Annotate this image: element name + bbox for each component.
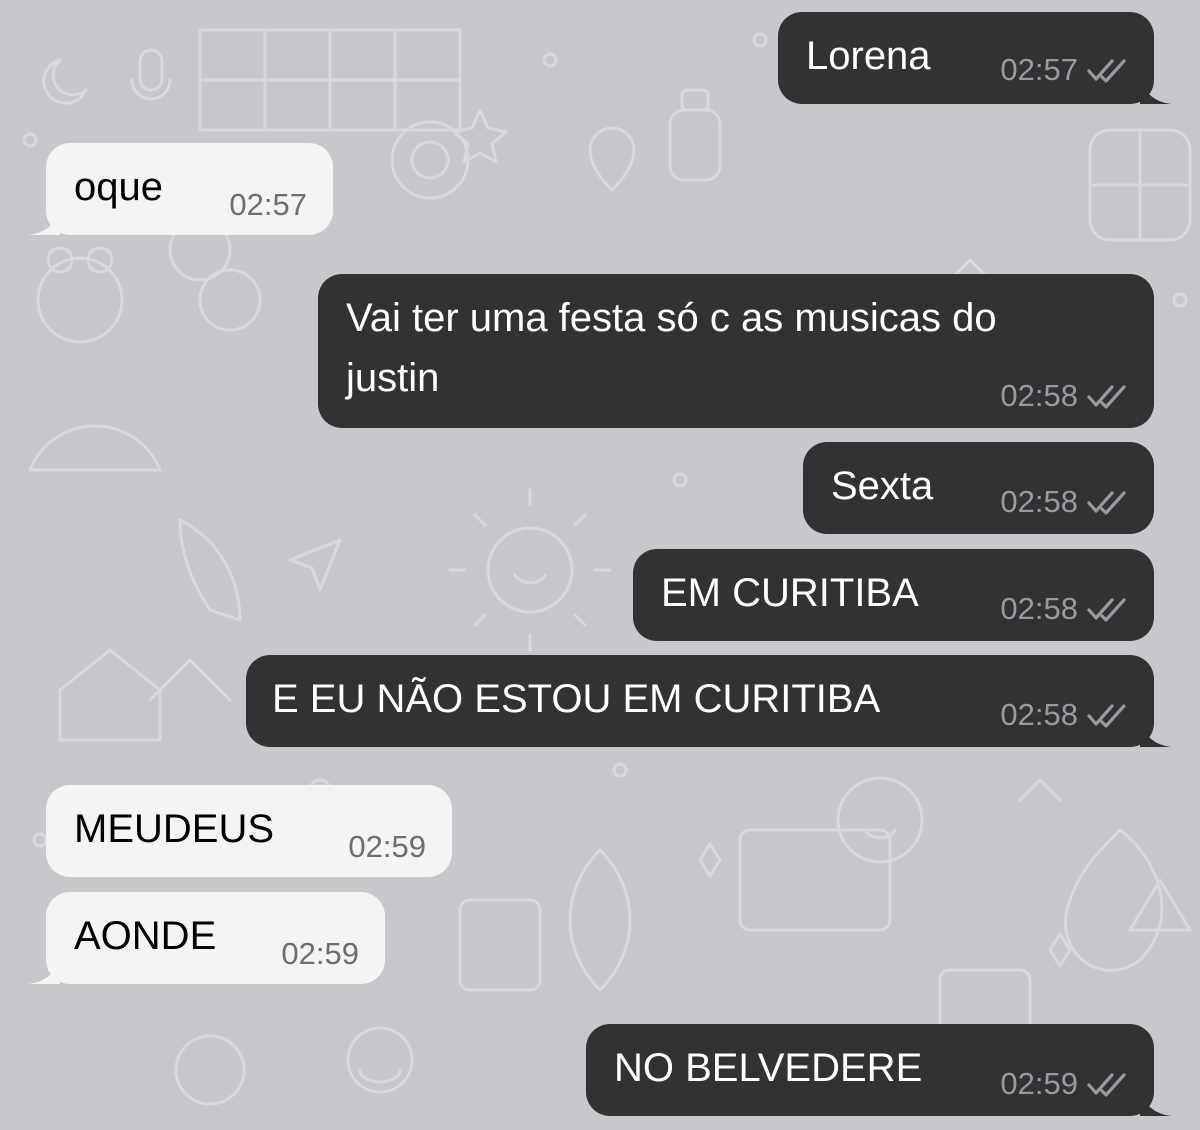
read-double-check-icon xyxy=(1087,1073,1126,1097)
message-time: 02:57 xyxy=(1000,52,1078,87)
message-meta: 02:57 xyxy=(229,187,307,223)
bubble-tail xyxy=(1140,717,1172,747)
bubble-tail xyxy=(1140,74,1172,104)
message-text: oque xyxy=(74,165,163,209)
bubble-tail xyxy=(28,954,60,984)
message-list[interactable]: Lorena 02:57 oque 02:57 Vai ter uma fest… xyxy=(0,0,1200,1130)
read-double-check-icon xyxy=(1087,491,1126,515)
message-text: MEUDEUS xyxy=(74,807,275,851)
incoming-message[interactable]: MEUDEUS 02:59 xyxy=(46,785,452,877)
read-double-check-icon xyxy=(1087,59,1126,83)
message-time: 02:58 xyxy=(1000,378,1078,413)
message-time: 02:59 xyxy=(1000,1066,1078,1101)
message-meta: 02:58 xyxy=(1000,484,1130,520)
read-double-check-icon xyxy=(1087,704,1126,728)
read-double-check-icon xyxy=(1087,385,1126,409)
message-meta: 02:58 xyxy=(1000,697,1130,733)
message-time: 02:57 xyxy=(229,187,307,222)
message-time: 02:59 xyxy=(281,936,359,971)
outgoing-message[interactable]: NO BELVEDERE 02:59 xyxy=(586,1024,1172,1116)
message-time: 02:59 xyxy=(348,829,426,864)
message-text: AONDE xyxy=(74,914,217,958)
bubble-tail xyxy=(1140,1086,1172,1116)
message-time: 02:58 xyxy=(1000,591,1078,626)
outgoing-message[interactable]: Sexta 02:58 xyxy=(803,442,1154,534)
message-text: NO BELVEDERE xyxy=(614,1046,923,1090)
message-meta: 02:58 xyxy=(1000,378,1130,414)
message-text-line: justin xyxy=(346,356,440,400)
message-text-line: Vai ter uma festa só c as musicas do xyxy=(346,296,997,340)
read-double-check-icon xyxy=(1087,598,1126,622)
bubble-tail xyxy=(28,205,60,235)
message-meta: 02:59 xyxy=(281,936,359,972)
message-time: 02:58 xyxy=(1000,697,1078,732)
message-meta: 02:57 xyxy=(1000,52,1130,88)
message-text: E EU NÃO ESTOU EM CURITIBA xyxy=(272,677,881,721)
outgoing-message[interactable]: E EU NÃO ESTOU EM CURITIBA 02:58 xyxy=(246,655,1172,747)
message-time: 02:58 xyxy=(1000,484,1078,519)
outgoing-message[interactable]: EM CURITIBA 02:58 xyxy=(633,549,1154,641)
message-meta: 02:58 xyxy=(1000,591,1130,627)
incoming-message[interactable]: AONDE 02:59 xyxy=(28,892,385,984)
message-text: Sexta xyxy=(831,464,934,508)
incoming-message[interactable]: oque 02:57 xyxy=(28,143,333,235)
outgoing-message[interactable]: Vai ter uma festa só c as musicas do jus… xyxy=(318,274,1154,428)
message-text: Lorena xyxy=(806,34,931,78)
message-text: EM CURITIBA xyxy=(661,571,919,615)
message-meta: 02:59 xyxy=(348,829,426,865)
message-meta: 02:59 xyxy=(1000,1066,1130,1102)
outgoing-message[interactable]: Lorena 02:57 xyxy=(778,12,1172,104)
